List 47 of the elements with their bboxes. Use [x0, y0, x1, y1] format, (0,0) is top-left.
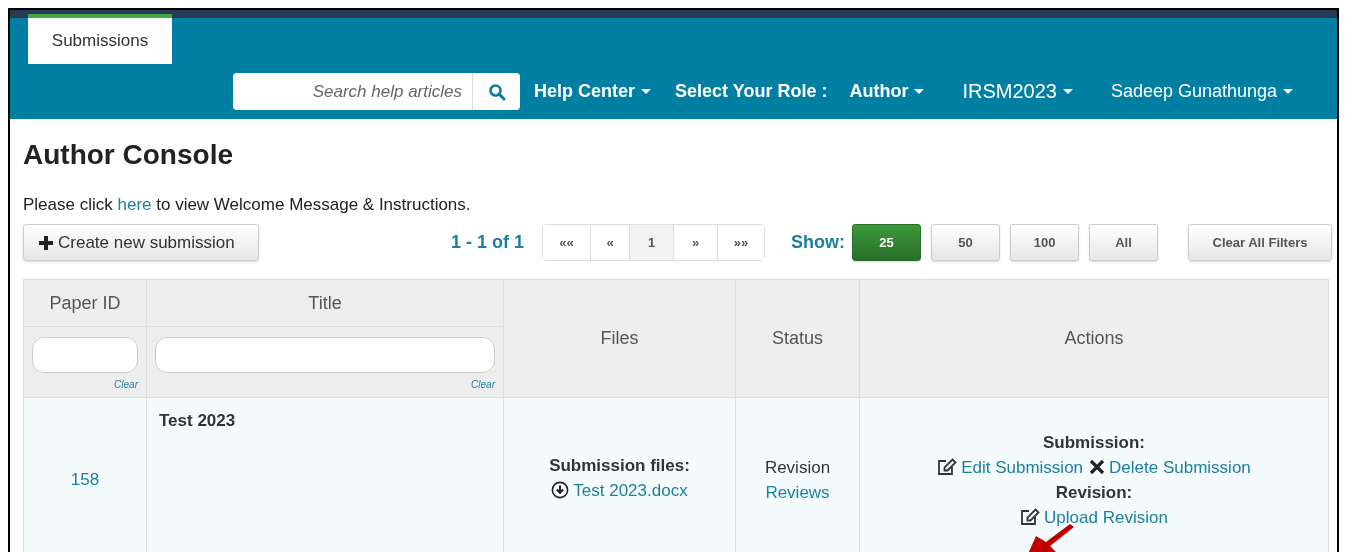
range-text: 1 - 1 of 1	[451, 232, 525, 253]
page-size-button[interactable]: 50	[931, 224, 1001, 261]
nav-menu[interactable]: IRSM2023	[962, 80, 1073, 103]
action-heading: Revision:	[1055, 482, 1133, 502]
column-header: Title	[146, 279, 504, 327]
pager-button[interactable]: ««	[543, 225, 592, 260]
nav-menu[interactable]: Author	[849, 81, 925, 102]
action-link[interactable]: Delete Submission	[1089, 454, 1251, 480]
download-icon	[551, 481, 570, 500]
intro-text: Please click here to view Welcome Message & Instructions.	[23, 195, 472, 215]
nav-label: Select Your Role :	[675, 81, 828, 102]
paper-title: Test 2023	[159, 411, 236, 430]
page-title: Author Console	[23, 139, 234, 171]
paper-id-link[interactable]: 158	[70, 470, 100, 489]
page-size-button[interactable]: All	[1089, 224, 1159, 261]
close-icon	[1089, 459, 1106, 475]
file-link[interactable]: Test 2023.docx	[551, 477, 688, 503]
show-label: Show:	[791, 232, 846, 253]
action-heading: Submission:	[1043, 432, 1145, 452]
nav-menu[interactable]: Help Center	[534, 81, 652, 102]
files-heading: Submission files:	[549, 455, 690, 475]
status-text: Revision	[764, 457, 831, 477]
nav-menu[interactable]: Sadeep Gunathunga	[1110, 81, 1294, 102]
submissions-tab[interactable]: Submissions	[28, 14, 172, 64]
plus-icon	[38, 234, 54, 251]
here-link[interactable]: here	[117, 195, 152, 214]
filter-field[interactable]	[32, 337, 138, 373]
column-header: Actions	[859, 279, 1329, 398]
search-icon	[487, 82, 506, 101]
search-button[interactable]	[472, 73, 520, 110]
column-header: Paper ID	[23, 279, 147, 327]
create-submission-button[interactable]: Create new submission	[23, 224, 259, 261]
clear-link[interactable]: Clear	[471, 379, 495, 390]
page-size-button[interactable]: 100	[1010, 224, 1080, 261]
action-link[interactable]: Edit Submission	[937, 454, 1084, 480]
clear-filters-button[interactable]: Clear All Filters	[1188, 224, 1333, 261]
reviews-link[interactable]: Reviews	[765, 482, 830, 502]
edit-icon	[1020, 508, 1041, 526]
edit-icon	[937, 458, 958, 476]
search-field[interactable]: Search help articles	[233, 73, 472, 110]
page-size-button[interactable]: 25	[852, 224, 922, 261]
column-header: Files	[503, 279, 736, 398]
action-link[interactable]: Upload Revision	[1020, 504, 1168, 530]
filter-field[interactable]	[155, 337, 495, 373]
column-header: Status	[735, 279, 860, 398]
clear-link[interactable]: Clear	[114, 379, 138, 390]
pager-button[interactable]: 1	[630, 225, 675, 260]
